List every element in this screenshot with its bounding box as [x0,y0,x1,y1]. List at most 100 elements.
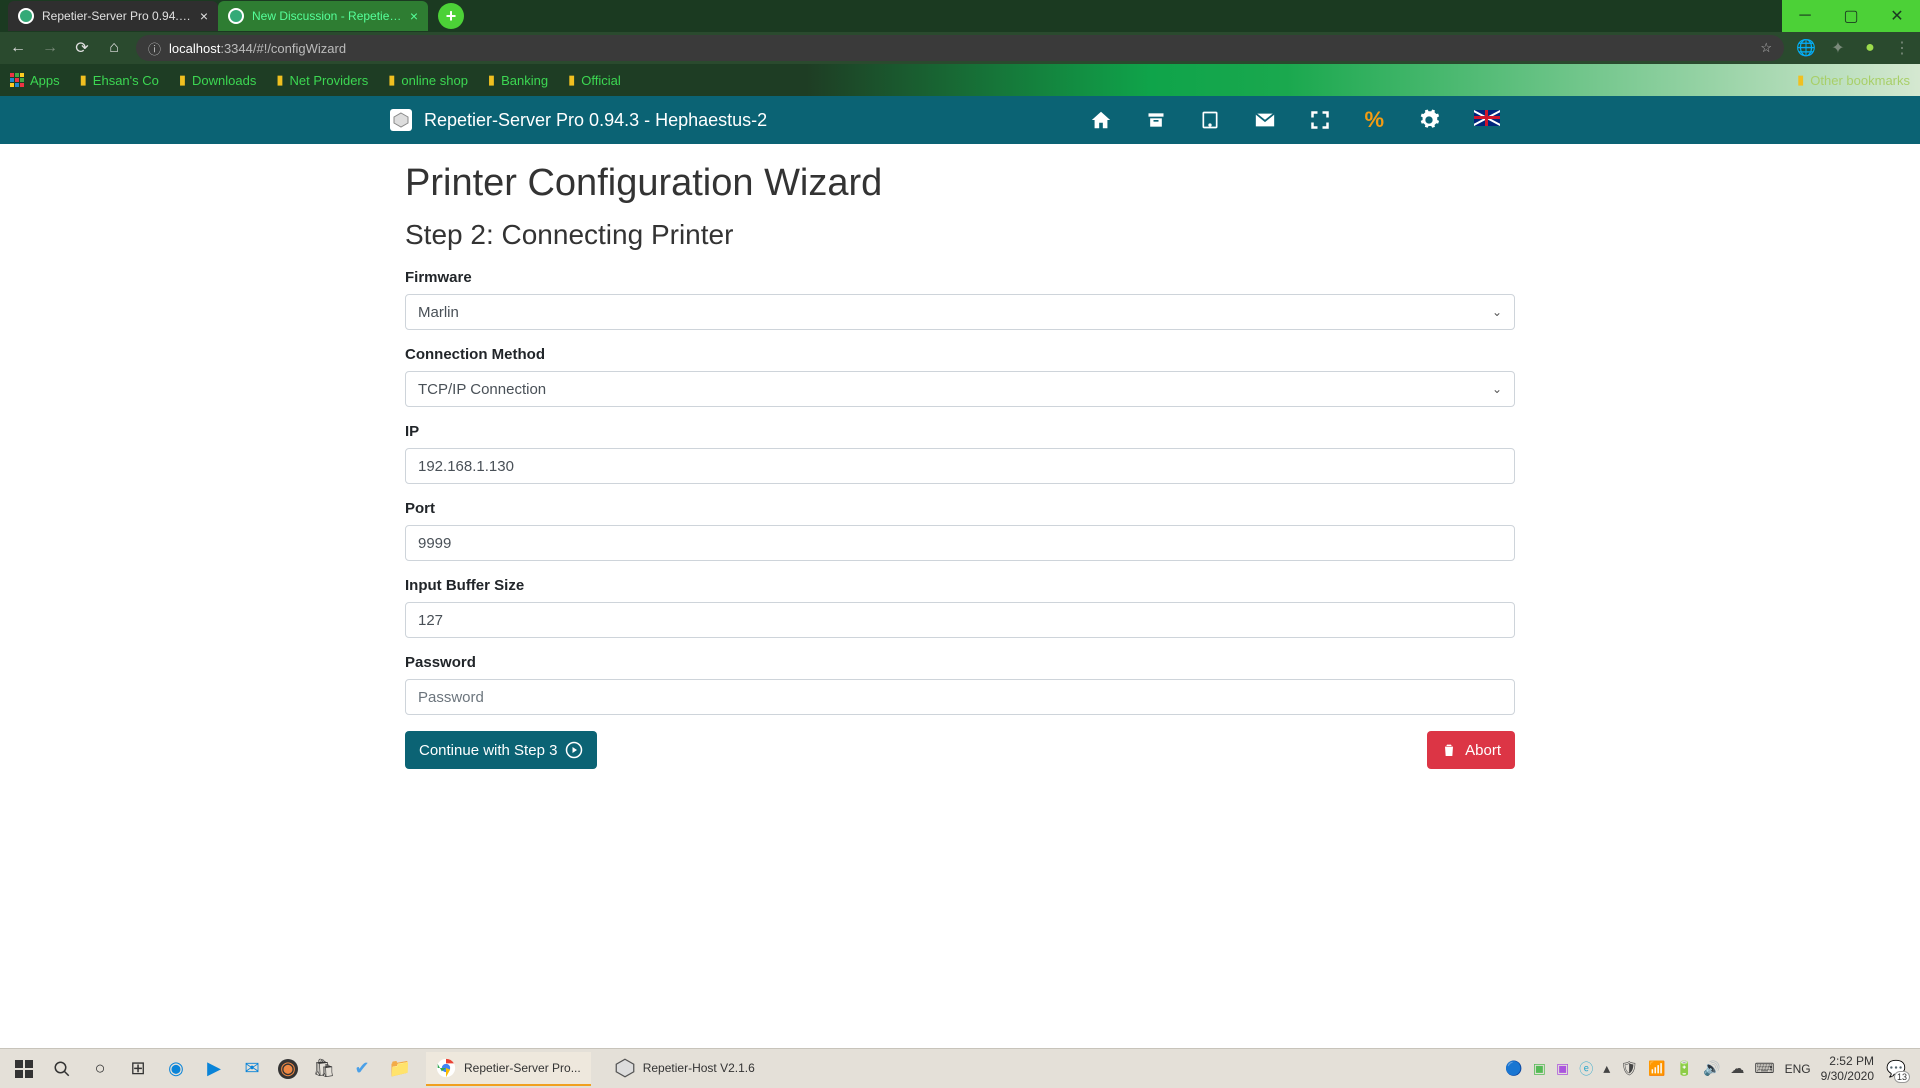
bookmark-item[interactable]: ▮Official [568,72,621,88]
home-icon[interactable] [1090,109,1112,131]
brand[interactable]: Repetier-Server Pro 0.94.3 - Hephaestus-… [390,109,767,131]
folder-icon: ▮ [276,72,283,88]
continue-label: Continue with Step 3 [419,742,557,759]
browser-tab-active[interactable]: Repetier-Server Pro 0.94.3 - Heph × [8,1,218,31]
language-flag-icon[interactable] [1474,109,1500,132]
app-navbar: Repetier-Server Pro 0.94.3 - Hephaestus-… [0,96,1920,144]
folder-icon: ▮ [488,72,495,88]
tray-icon[interactable]: ▴ [1603,1060,1610,1077]
clock[interactable]: 2:52 PM 9/30/2020 [1821,1054,1874,1083]
bookmark-item[interactable]: ▮Downloads [179,72,256,88]
tray-icon[interactable]: ▣ [1533,1060,1546,1077]
cortana-icon[interactable]: ○ [88,1057,112,1081]
bookmark-label: Ehsan's Co [93,73,159,88]
percent-icon[interactable]: % [1364,107,1384,133]
firmware-select[interactable]: Marlin ⌄ [405,294,1515,330]
tab-strip: Repetier-Server Pro 0.94.3 - Heph × New … [0,0,1920,32]
brand-logo-icon [390,109,412,131]
onedrive-icon[interactable]: ☁ [1730,1060,1744,1077]
other-bookmarks[interactable]: ▮ Other bookmarks [1797,72,1910,88]
mail-app-icon[interactable]: ✉ [240,1057,264,1081]
close-icon[interactable]: × [200,8,208,24]
bookmark-label: Apps [30,73,60,88]
wifi-icon[interactable]: 📶 [1648,1060,1665,1077]
url-host: localhost [169,41,220,56]
browser-tab-inactive[interactable]: New Discussion - Repetier-Forum × [218,1,428,31]
maximize-button[interactable]: ▢ [1828,0,1874,32]
password-label: Password [405,654,1515,671]
ip-input[interactable] [405,448,1515,484]
taskbar-app-label: Repetier-Host V2.1.6 [643,1061,755,1075]
menu-icon[interactable]: ⋮ [1892,38,1912,58]
puzzle-icon[interactable]: ✦ [1828,38,1848,58]
taskbar-right: 🔵 ▣ ▣ ⓔ ▴ 🛡 📶 🔋 🔊 ☁ ⌨ ENG 2:52 PM 9/30/2… [1505,1054,1916,1083]
bookmark-label: online shop [401,73,468,88]
close-icon[interactable]: × [410,8,418,24]
movies-icon[interactable]: ▶ [202,1057,226,1081]
taskbar-app-repetier[interactable]: Repetier-Host V2.1.6 [605,1052,765,1086]
connection-label: Connection Method [405,346,1515,363]
reload-icon[interactable]: ⟳ [72,38,92,58]
explorer-icon[interactable]: 📁 [388,1057,412,1081]
fullscreen-icon[interactable] [1310,110,1330,130]
button-row: Continue with Step 3 Abort [405,731,1515,769]
field-ip: IP [405,423,1515,484]
bookmark-apps[interactable]: Apps [10,73,60,88]
gear-icon[interactable] [1418,109,1440,131]
bookmark-label: Other bookmarks [1810,73,1910,88]
forward-icon[interactable]: → [40,39,60,57]
taskview-icon[interactable]: ⊞ [126,1057,150,1081]
tablet-icon[interactable] [1200,110,1220,130]
connection-select[interactable]: TCP/IP Connection ⌄ [405,371,1515,407]
todo-icon[interactable]: ✔ [350,1057,374,1081]
page-content: Printer Configuration Wizard Step 2: Con… [405,144,1515,769]
favicon-icon [228,8,244,24]
bookmark-item[interactable]: ▮Banking [488,72,548,88]
taskbar-app-label: Repetier-Server Pro... [464,1061,581,1075]
search-icon[interactable] [50,1057,74,1081]
site-info-icon[interactable]: ⓘ [148,39,161,58]
volume-icon[interactable]: 🔊 [1703,1060,1720,1077]
bookmark-item[interactable]: ▮online shop [388,72,468,88]
battery-icon[interactable]: 🔋 [1676,1060,1693,1077]
bookmark-item[interactable]: ▮Net Providers [276,72,368,88]
tray-icon[interactable]: ⓔ [1579,1059,1593,1079]
close-button[interactable]: ✕ [1874,0,1920,32]
tray-icon[interactable]: 🔵 [1505,1060,1522,1077]
abort-button[interactable]: Abort [1427,731,1515,769]
language-indicator[interactable]: ENG [1785,1062,1811,1076]
password-input[interactable] [405,679,1515,715]
mail-icon[interactable] [1254,109,1276,131]
new-tab-button[interactable]: + [438,3,464,29]
continue-button[interactable]: Continue with Step 3 [405,731,597,769]
field-password: Password [405,654,1515,715]
keyboard-icon[interactable]: ⌨ [1754,1060,1774,1077]
taskbar-app-chrome[interactable]: Repetier-Server Pro... [426,1052,591,1086]
minimize-button[interactable]: ─ [1782,0,1828,32]
back-icon[interactable]: ← [8,39,28,57]
firmware-label: Firmware [405,269,1515,286]
buffer-input[interactable] [405,602,1515,638]
profile-icon[interactable]: ● [1860,39,1880,57]
page-title: Printer Configuration Wizard [405,162,1515,205]
tray-icon[interactable]: ▣ [1556,1060,1569,1077]
tab-title: New Discussion - Repetier-Forum [252,9,402,23]
notifications-icon[interactable]: 💬13 [1884,1057,1908,1081]
home-icon[interactable]: ⌂ [104,39,124,57]
port-input[interactable] [405,525,1515,561]
extension-icon[interactable]: 🌐 [1796,38,1816,58]
shield-icon[interactable]: 🛡 [1620,1060,1638,1077]
trash-icon [1441,742,1457,758]
archive-icon[interactable] [1146,110,1166,130]
store-icon[interactable]: 🛍 [312,1057,336,1081]
start-icon[interactable] [12,1057,36,1081]
groove-icon[interactable]: ◉ [278,1059,298,1079]
bookmark-label: Downloads [192,73,256,88]
bookmark-label: Official [581,73,621,88]
folder-icon: ▮ [1797,72,1804,88]
address-bar[interactable]: ⓘ localhost:3344/#!/configWizard ☆ [136,35,1784,61]
taskbar: ○ ⊞ ◉ ▶ ✉ ◉ 🛍 ✔ 📁 Repetier-Server Pro...… [0,1048,1920,1088]
star-icon[interactable]: ☆ [1760,40,1772,56]
edge-icon[interactable]: ◉ [164,1057,188,1081]
bookmark-item[interactable]: ▮Ehsan's Co [80,72,159,88]
